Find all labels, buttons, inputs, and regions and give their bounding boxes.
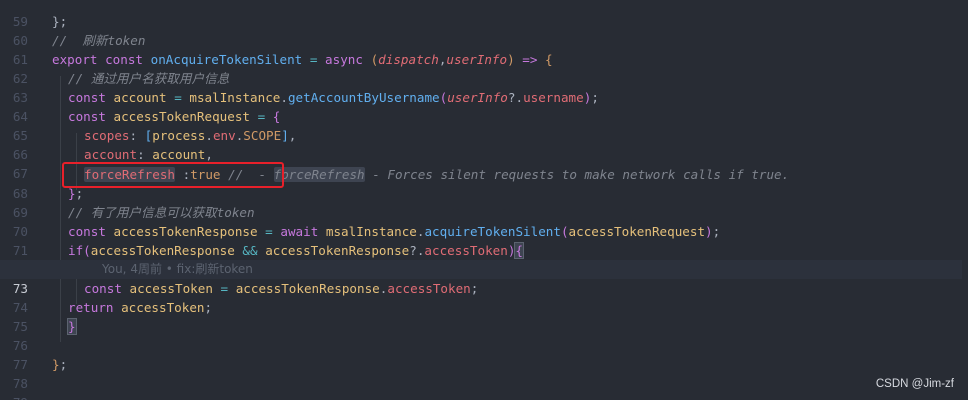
code-comment: // 刷新token [52, 33, 146, 48]
code-line-64[interactable]: 64 const account = msalInstance.getAccou… [0, 88, 968, 124]
code-editor[interactable]: 59 60 }; 61 // 刷新token 62 export const o… [0, 0, 968, 400]
code-line-63[interactable]: 63 // 通过用户名获取用户信息 [0, 69, 968, 105]
code-line-77[interactable]: 77 [0, 336, 968, 372]
code-text: export const onAcquireTokenSilent = asyn… [52, 52, 553, 67]
line-number: 79 [0, 393, 28, 400]
code-line-72[interactable]: 72 if(accessTokenResponse && accessToken… [0, 241, 968, 277]
code-text: }; [52, 14, 68, 29]
code-text: const accessToken = accessTokenResponse.… [84, 281, 479, 296]
code-text: }; [52, 357, 68, 372]
code-text: const accessTokenRequest = { [68, 109, 281, 124]
code-line-75[interactable]: 75 return accessToken; [0, 298, 968, 334]
highlight-annotation-box [62, 162, 284, 188]
code-line-76[interactable]: 76 } [0, 317, 968, 353]
code-text: const accessTokenResponse = await msalIn… [68, 224, 721, 239]
code-comment: // 有了用户信息可以获取token [68, 205, 255, 220]
code-line-62[interactable]: 62 export const onAcquireTokenSilent = a… [0, 50, 968, 86]
watermark: CSDN @Jim-zf [875, 378, 954, 390]
code-text: scopes: [process.env.SCOPE], [84, 128, 297, 143]
code-text: if(accessTokenResponse && accessTokenRes… [68, 242, 524, 259]
code-line-59[interactable]: 59 [0, 0, 968, 29]
code-line-60[interactable]: 60 }; [0, 12, 968, 48]
code-line-71[interactable]: 71 const accessTokenResponse = await msa… [0, 222, 968, 258]
code-comment: // 通过用户名获取用户信息 [68, 71, 230, 86]
code-line-66[interactable]: 66 scopes: [process.env.SCOPE], [0, 126, 968, 162]
vertical-scrollbar[interactable] [962, 0, 968, 400]
code-line-73[interactable]: 73 You, 4周前 • fix:刷新token [0, 260, 968, 296]
code-line-79[interactable]: 79 [0, 374, 968, 400]
code-line-70[interactable]: 70 // 有了用户信息可以获取token [0, 203, 968, 239]
code-line-65[interactable]: 65 const accessTokenRequest = { [0, 107, 968, 143]
code-text: const account = msalInstance.getAccountB… [68, 90, 599, 105]
code-line-78[interactable]: 78 }; [0, 355, 968, 391]
code-line-61[interactable]: 61 // 刷新token [0, 31, 968, 67]
code-line-74[interactable]: 74 const accessToken = accessTokenRespon… [0, 279, 968, 315]
code-text: return accessToken; [68, 300, 213, 315]
git-blame-annotation: You, 4周前 • fix:刷新token [102, 262, 253, 276]
code-text: } [67, 318, 77, 335]
